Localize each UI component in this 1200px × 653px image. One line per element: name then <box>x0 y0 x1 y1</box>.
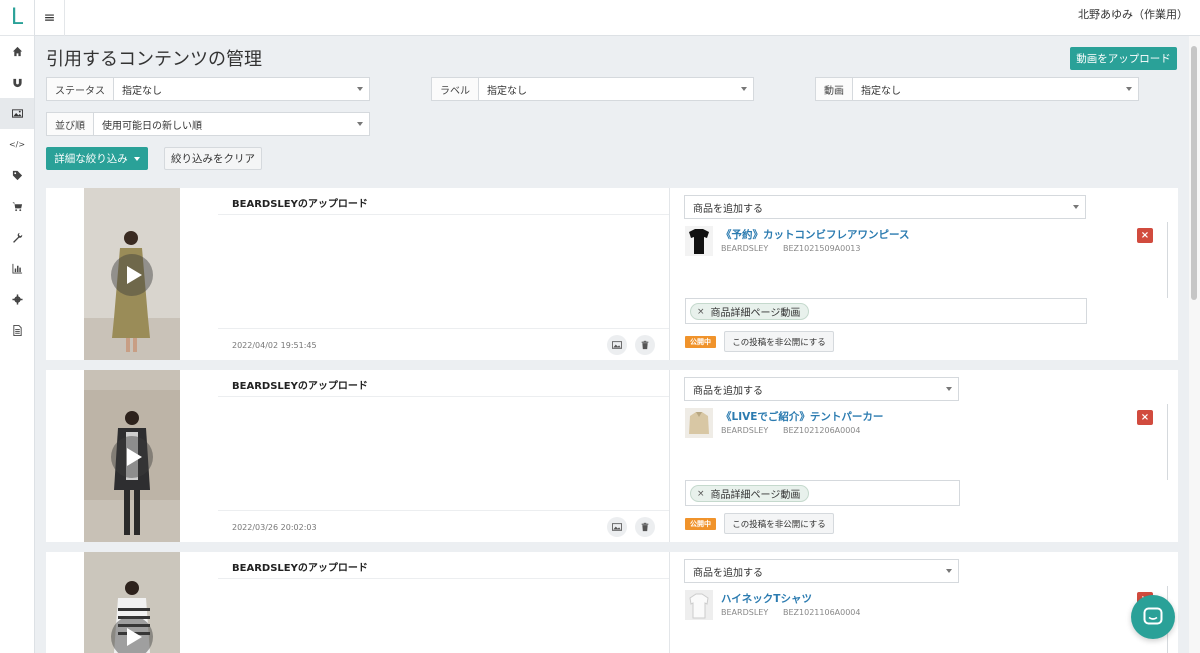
product-code: BEZ1021106A0004 <box>783 608 861 617</box>
video-thumbnail[interactable] <box>84 188 180 360</box>
label-tag: × 商品詳細ページ動画 <box>690 485 810 502</box>
play-icon[interactable] <box>111 616 153 653</box>
product-name-link[interactable]: 《LIVEでご紹介》テントパーカー <box>721 409 883 424</box>
product-thumbnail <box>685 408 713 438</box>
page-scrollbar-thumb[interactable] <box>1191 46 1197 300</box>
sort-filter-select[interactable]: 使用可能日の新しい順 <box>94 113 369 135</box>
chevron-down-icon <box>741 87 747 91</box>
caption-area[interactable] <box>218 214 670 329</box>
card-date: 2022/04/02 19:51:45 <box>232 341 317 350</box>
sidebar: L </> <box>0 0 35 653</box>
advanced-filter-button[interactable]: 詳細な絞り込み <box>46 147 148 170</box>
image-icon[interactable] <box>607 335 627 355</box>
content-card: BEARDSLEYのアップロード 2022/03/26 20:02:03 商品を… <box>46 370 1178 542</box>
caption-area[interactable] <box>218 396 670 511</box>
trash-icon[interactable] <box>635 517 655 537</box>
trash-icon[interactable] <box>635 335 655 355</box>
clear-filter-button[interactable]: 絞り込みをクリア <box>164 147 262 170</box>
caption-area[interactable] <box>218 578 670 653</box>
app-logo[interactable]: L <box>0 0 34 36</box>
status-badge: 公開中 <box>685 518 716 530</box>
product-list-scrollbar <box>1167 404 1168 480</box>
status-badge: 公開中 <box>685 336 716 348</box>
hamburger-menu-icon[interactable]: ≡ <box>35 0 65 36</box>
product-brand: BEARDSLEY <box>721 244 769 253</box>
card-date: 2022/03/26 20:02:03 <box>232 523 317 532</box>
chevron-down-icon <box>1073 205 1079 209</box>
chevron-down-icon <box>946 569 952 573</box>
status-filter-select[interactable]: 指定なし <box>114 78 369 100</box>
remove-product-button[interactable]: × <box>1137 228 1153 243</box>
product-list-scrollbar <box>1167 222 1168 298</box>
video-thumbnail[interactable] <box>84 552 180 653</box>
card-title: BEARDSLEYのアップロード <box>232 199 368 210</box>
cart-icon[interactable] <box>0 191 34 222</box>
magnet-icon[interactable] <box>0 67 34 98</box>
video-filter-select[interactable]: 指定なし <box>853 78 1138 100</box>
user-name[interactable]: 北野あゆみ（作業用） <box>1078 6 1188 22</box>
add-product-select[interactable]: 商品を追加する <box>684 377 959 401</box>
label-filter-select[interactable]: 指定なし <box>479 78 753 100</box>
wrench-icon[interactable] <box>0 222 34 253</box>
tag-remove-icon[interactable]: × <box>697 307 705 317</box>
card-title: BEARDSLEYのアップロード <box>232 381 368 392</box>
chevron-down-icon <box>1126 87 1132 91</box>
add-product-select[interactable]: 商品を追加する <box>684 559 959 583</box>
chat-icon <box>1143 607 1163 625</box>
label-filter[interactable]: ラベル 指定なし <box>431 77 754 101</box>
card-title: BEARDSLEYのアップロード <box>232 563 368 574</box>
card-divider <box>669 552 670 653</box>
sort-filter[interactable]: 並び順 使用可能日の新しい順 <box>46 112 370 136</box>
code-icon[interactable]: </> <box>0 129 34 160</box>
upload-video-button[interactable]: 動画をアップロード <box>1070 47 1177 70</box>
product-brand: BEARDSLEY <box>721 608 769 617</box>
home-icon[interactable] <box>0 36 34 67</box>
status-filter-label: ステータス <box>47 78 114 100</box>
chat-support-button[interactable] <box>1131 595 1175 639</box>
unpublish-button[interactable]: この投稿を非公開にする <box>724 331 834 352</box>
video-thumbnail[interactable] <box>84 370 180 542</box>
image-icon[interactable] <box>607 517 627 537</box>
chevron-down-icon <box>946 387 952 391</box>
tag-remove-icon[interactable]: × <box>697 489 705 499</box>
product-thumbnail <box>685 590 713 620</box>
chevron-down-icon <box>357 122 363 126</box>
product-name-link[interactable]: ハイネックTシャツ <box>721 591 812 606</box>
video-filter-label: 動画 <box>816 78 853 100</box>
add-product-select[interactable]: 商品を追加する <box>684 195 1086 219</box>
label-tag: × 商品詳細ページ動画 <box>690 303 810 320</box>
content-card: BEARDSLEYのアップロード 商品を追加する ハイネックTシャツ BEARD… <box>46 552 1178 653</box>
label-tag-input[interactable]: × 商品詳細ページ動画 <box>685 480 960 506</box>
topbar: ≡ 北野あゆみ（作業用） <box>35 0 1200 36</box>
unpublish-button[interactable]: この投稿を非公開にする <box>724 513 834 534</box>
video-filter[interactable]: 動画 指定なし <box>815 77 1139 101</box>
product-thumbnail <box>685 226 713 256</box>
product-brand: BEARDSLEY <box>721 426 769 435</box>
label-filter-label: ラベル <box>432 78 479 100</box>
product-code: BEZ1021509A0013 <box>783 244 861 253</box>
label-tag-input[interactable]: × 商品詳細ページ動画 <box>685 298 1087 324</box>
chart-icon[interactable] <box>0 253 34 284</box>
play-icon[interactable] <box>111 254 153 296</box>
tag-icon[interactable] <box>0 160 34 191</box>
page-scrollbar[interactable] <box>1189 36 1200 653</box>
chevron-down-icon <box>357 87 363 91</box>
card-divider <box>669 188 670 360</box>
remove-product-button[interactable]: × <box>1137 410 1153 425</box>
main-content: 引用するコンテンツの管理 動画をアップロード ステータス 指定なし ラベル 指定… <box>35 36 1188 653</box>
card-divider <box>669 370 670 542</box>
product-name-link[interactable]: 《予約》カットコンビフレアワンピース <box>721 227 909 242</box>
product-code: BEZ1021206A0004 <box>783 426 861 435</box>
status-filter[interactable]: ステータス 指定なし <box>46 77 370 101</box>
caret-down-icon <box>133 156 140 161</box>
image-icon[interactable] <box>0 98 34 129</box>
page-title: 引用するコンテンツの管理 <box>46 49 262 70</box>
play-icon[interactable] <box>111 436 153 478</box>
gear-icon[interactable] <box>0 284 34 315</box>
document-icon[interactable] <box>0 315 34 346</box>
content-card: BEARDSLEYのアップロード 2022/04/02 19:51:45 商品を… <box>46 188 1178 360</box>
sort-filter-label: 並び順 <box>47 113 94 135</box>
